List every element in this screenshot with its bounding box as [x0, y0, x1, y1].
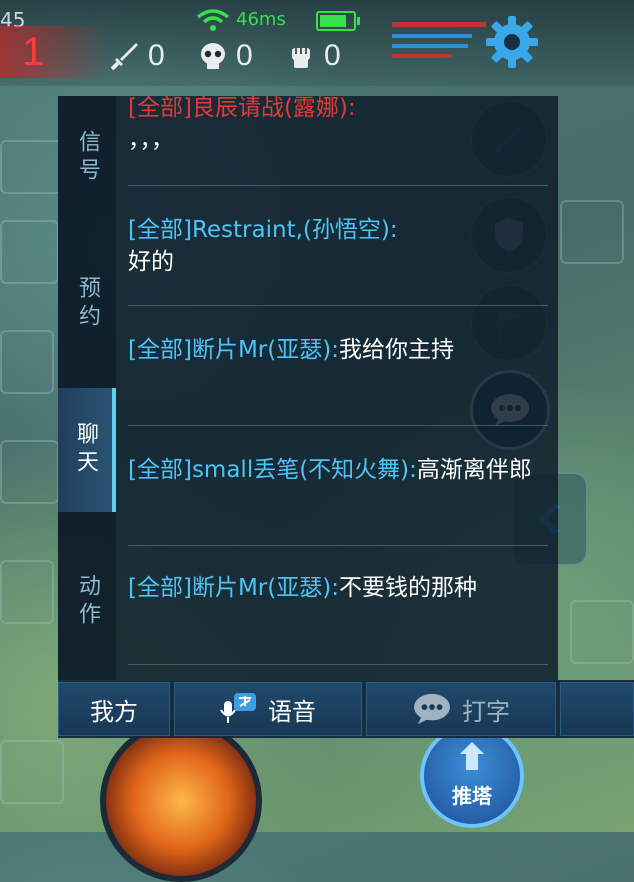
team-score: 1 — [22, 30, 45, 74]
tab-label: 信号 — [75, 130, 100, 186]
message-sender: [全部]small丢笔(不知火舞): — [128, 457, 417, 483]
top-hud: 45 1 0 0 0 46ms — [0, 0, 634, 86]
ground-tile — [0, 330, 54, 394]
message-text: 高渐离伴郎 — [416, 457, 532, 483]
chat-message: [全部]断片Mr(亚瑟):不要钱的那种 — [128, 572, 548, 604]
skull-icon — [201, 43, 225, 69]
chat-panel: 信号 预约 聊天 动作 [全部]良辰请战(露娜): ，，， [全部]Restra… — [58, 96, 558, 680]
battery-fill — [320, 15, 346, 27]
message-divider — [128, 425, 548, 426]
tab-reserve[interactable]: 预约 — [58, 242, 116, 366]
chat-message-list[interactable]: [全部]良辰请战(露娜): ，，， [全部]Restraint,(孙悟空): 好… — [128, 96, 548, 680]
ground-tile — [0, 740, 64, 804]
tab-emote[interactable]: 动作 — [58, 540, 116, 664]
message-sender: [全部]Restraint,(孙悟空): — [128, 217, 398, 243]
message-divider — [128, 305, 548, 306]
message-divider — [128, 545, 548, 546]
push-tower-button[interactable]: 推塔 — [420, 724, 524, 828]
message-sender: [全部]断片Mr(亚瑟): — [128, 575, 339, 601]
tab-signal[interactable]: 信号 — [58, 96, 116, 220]
message-sender: [全部]断片Mr(亚瑟): — [128, 337, 339, 363]
chat-bubble-icon — [414, 693, 450, 725]
message-sender: [全部]良辰请战(露娜): — [128, 96, 356, 121]
tab-label: 动作 — [75, 574, 100, 630]
tab-chat[interactable]: 聊天 — [58, 388, 116, 512]
push-tower-label: 推塔 — [452, 784, 492, 808]
ground-tile — [0, 220, 59, 284]
ground-tile — [560, 200, 624, 264]
type-label: 打字 — [462, 697, 510, 726]
assists-stat: 0 — [284, 38, 341, 74]
kills-value: 0 — [148, 39, 165, 72]
ultimate-skill-button[interactable] — [100, 720, 262, 882]
ping-text: 46ms — [236, 9, 286, 30]
gear-icon[interactable] — [484, 14, 540, 70]
team-channel-button[interactable]: 我方 — [58, 682, 170, 736]
deaths-stat: 0 — [196, 38, 253, 74]
chat-message: [全部]Restraint,(孙悟空): 好的 — [128, 214, 548, 278]
message-text: 我给你主持 — [338, 337, 454, 363]
chat-message: [全部]small丢笔(不知火舞):高渐离伴郎 — [128, 454, 548, 486]
minimap-bars — [392, 22, 486, 58]
message-divider — [128, 185, 548, 186]
chat-bottom-bar: 我方 语音 打字 — [58, 680, 634, 738]
tab-label: 聊天 — [73, 422, 98, 478]
message-text: 不要钱的那种 — [338, 575, 477, 601]
tab-label: 预约 — [75, 276, 100, 332]
ground-tile — [0, 560, 54, 624]
team-score-banner — [0, 26, 110, 78]
battery-icon — [316, 11, 360, 31]
voice-button[interactable]: 语音 — [174, 682, 362, 736]
wifi-icon — [196, 9, 230, 31]
ground-tile — [0, 440, 59, 504]
ground-tile — [570, 600, 634, 664]
sword-icon — [110, 43, 138, 71]
deaths-value: 0 — [236, 39, 253, 72]
type-button[interactable]: 打字 — [366, 682, 556, 736]
voice-label: 语音 — [268, 697, 316, 726]
message-divider — [128, 664, 548, 665]
chat-tab-column: 信号 预约 聊天 动作 — [58, 96, 116, 680]
chat-message: [全部]断片Mr(亚瑟):我给你主持 — [128, 334, 548, 366]
extra-bar-segment — [560, 682, 634, 736]
voice-icon — [220, 693, 256, 723]
assists-value: 0 — [324, 39, 341, 72]
message-text: 好的 — [128, 249, 174, 275]
fist-icon — [292, 48, 310, 68]
team-channel-label: 我方 — [90, 697, 138, 726]
kills-stat: 0 — [108, 38, 165, 74]
chat-message: [全部]良辰请战(露娜): ，，， — [128, 96, 548, 156]
message-text: ，，， — [128, 127, 174, 153]
tower-icon — [460, 742, 484, 770]
ground-tile — [0, 140, 64, 194]
